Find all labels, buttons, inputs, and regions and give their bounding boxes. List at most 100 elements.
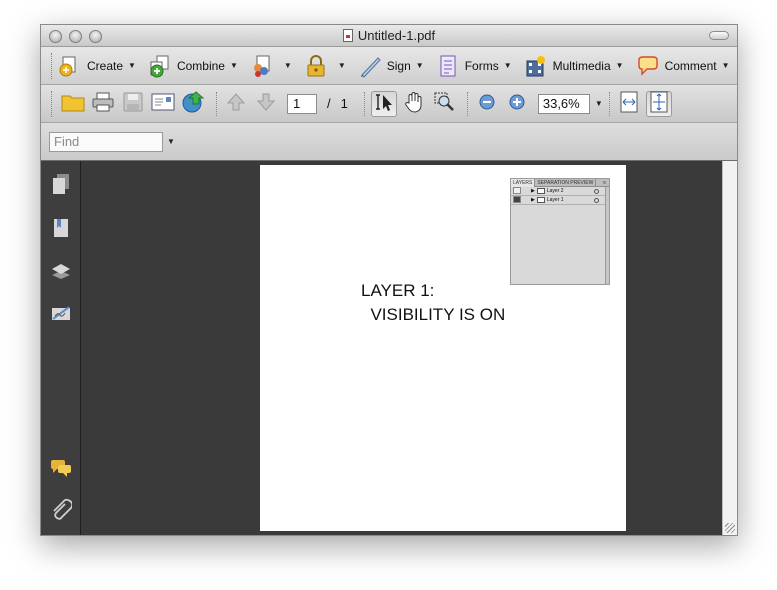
layer-thumbnail bbox=[536, 187, 545, 194]
find-options-dropdown[interactable]: ▼ bbox=[167, 137, 175, 146]
separator bbox=[466, 91, 468, 116]
select-tool-button[interactable] bbox=[370, 90, 397, 117]
layer-name: Layer 2 bbox=[546, 188, 564, 194]
eye-icon bbox=[513, 196, 521, 204]
multimedia-button[interactable]: Multimedia ▼ bbox=[524, 51, 624, 81]
panel-scrollbar bbox=[605, 187, 609, 284]
combine-button[interactable]: Combine ▼ bbox=[148, 51, 238, 81]
window-title-wrap: Untitled-1.pdf bbox=[41, 28, 737, 43]
hand-tool-button[interactable] bbox=[401, 91, 427, 117]
toolbar-grip bbox=[51, 52, 52, 79]
separator bbox=[216, 91, 217, 116]
target-icon bbox=[594, 198, 599, 203]
navigation-toolbar: 1 / 1 33,6% ▼ bbox=[41, 85, 737, 123]
marquee-zoom-button[interactable] bbox=[431, 91, 457, 117]
chevron-down-icon: ▼ bbox=[503, 61, 512, 70]
bookmarks-panel-button[interactable] bbox=[49, 217, 73, 241]
fit-width-button[interactable] bbox=[616, 91, 642, 117]
chevron-down-icon: ▼ bbox=[283, 61, 292, 70]
fit-width-icon bbox=[620, 91, 638, 116]
pdf-file-icon bbox=[342, 29, 353, 42]
pages-icon bbox=[51, 173, 71, 198]
open-button[interactable] bbox=[60, 91, 86, 117]
minus-circle-icon bbox=[479, 94, 495, 113]
pen-icon bbox=[358, 54, 382, 78]
layer-thumbnail bbox=[536, 196, 545, 203]
collaborate-button[interactable]: ▼ bbox=[250, 51, 292, 81]
comment-label: Comment bbox=[664, 58, 717, 73]
signatures-panel-button[interactable] bbox=[49, 303, 73, 327]
arrow-up-icon bbox=[226, 92, 246, 115]
layers-panel-tabs: LAYERS SEPARATION PREVIEW ≡ bbox=[511, 179, 609, 187]
window-title: Untitled-1.pdf bbox=[357, 28, 436, 43]
create-icon bbox=[58, 54, 82, 78]
title-bar: Untitled-1.pdf bbox=[41, 25, 737, 47]
email-button[interactable] bbox=[150, 91, 176, 117]
signature-icon bbox=[50, 304, 72, 327]
comments-panel-button[interactable] bbox=[49, 457, 73, 481]
printer-icon bbox=[92, 92, 114, 115]
zoom-in-button[interactable] bbox=[504, 91, 530, 117]
magnifier-icon bbox=[433, 91, 455, 116]
pages-panel-button[interactable] bbox=[49, 173, 73, 197]
save-button[interactable] bbox=[120, 91, 146, 117]
sign-button[interactable]: Sign ▼ bbox=[358, 51, 424, 81]
chevron-down-icon: ▼ bbox=[415, 61, 424, 70]
plus-circle-icon bbox=[509, 94, 525, 113]
panel-menu-icon: ≡ bbox=[603, 180, 606, 186]
folder-icon bbox=[61, 92, 85, 115]
separation-preview-tab: SEPARATION PREVIEW bbox=[535, 179, 597, 187]
visibility-off-icon bbox=[513, 187, 521, 195]
secure-button[interactable]: ▼ bbox=[304, 51, 346, 81]
next-page-button[interactable] bbox=[253, 91, 279, 117]
create-button[interactable]: Create ▼ bbox=[58, 51, 136, 81]
document-viewport[interactable]: LAYER 1: VISIBILITY IS ON LAYERS SEPARATI… bbox=[82, 161, 722, 535]
fit-page-icon bbox=[650, 91, 668, 116]
page-total: 1 bbox=[340, 96, 348, 111]
bookmark-icon bbox=[51, 217, 71, 242]
attachments-panel-button[interactable] bbox=[49, 498, 74, 525]
zoom-dropdown-icon[interactable]: ▼ bbox=[595, 99, 603, 108]
page-text: LAYER 1: VISIBILITY IS ON bbox=[361, 281, 506, 324]
collaborate-icon bbox=[250, 54, 274, 78]
resize-grip[interactable] bbox=[725, 523, 735, 533]
page-number-input[interactable]: 1 bbox=[287, 93, 317, 114]
chevron-down-icon: ▼ bbox=[128, 61, 136, 70]
print-button[interactable] bbox=[90, 91, 116, 117]
layers-panel-button[interactable] bbox=[49, 261, 73, 285]
find-input[interactable] bbox=[49, 131, 163, 152]
forms-icon bbox=[436, 54, 460, 78]
forms-label: Forms bbox=[464, 58, 499, 73]
previous-page-button[interactable] bbox=[223, 91, 249, 117]
zoom-level-field[interactable]: 33,6% bbox=[537, 93, 590, 114]
comment-button[interactable]: Comment ▼ bbox=[636, 51, 730, 81]
hand-icon bbox=[403, 91, 425, 116]
target-icon bbox=[594, 189, 599, 194]
forms-button[interactable]: Forms ▼ bbox=[436, 51, 512, 81]
multimedia-label: Multimedia bbox=[552, 58, 611, 73]
task-toolbar: Create ▼ Combine ▼ ▼ ▼ Sign ▼ Forms ▼ Mu… bbox=[41, 47, 737, 85]
navigation-sidebar bbox=[41, 161, 81, 535]
create-label: Create bbox=[87, 58, 124, 73]
find-toolbar: ▼ bbox=[41, 123, 737, 161]
combine-icon bbox=[148, 54, 172, 78]
comments-icon bbox=[49, 458, 73, 481]
text-cursor-icon bbox=[373, 92, 395, 115]
fit-page-button[interactable] bbox=[645, 90, 672, 117]
upload-button[interactable] bbox=[180, 91, 206, 117]
paperclip-icon bbox=[50, 498, 74, 525]
layers-panel-image: LAYERS SEPARATION PREVIEW ≡ ▶ Layer 2 ▶ Lay… bbox=[510, 178, 610, 285]
chevron-down-icon: ▼ bbox=[337, 61, 346, 70]
toolbar-toggle-button[interactable] bbox=[709, 31, 729, 40]
page-separator: / bbox=[327, 96, 331, 111]
zoom-out-button[interactable] bbox=[474, 91, 500, 117]
separator bbox=[608, 91, 610, 116]
layers-tab: LAYERS bbox=[511, 179, 536, 187]
layer-row: ▶ Layer 2 bbox=[511, 187, 609, 196]
triangle-right-icon: ▶ bbox=[531, 188, 535, 194]
chevron-down-icon: ▼ bbox=[721, 61, 730, 70]
globe-arrow-icon bbox=[181, 90, 205, 117]
layer-name: Layer 1 bbox=[546, 197, 564, 203]
chevron-down-icon: ▼ bbox=[229, 61, 238, 70]
vertical-scrollbar[interactable] bbox=[722, 161, 737, 535]
